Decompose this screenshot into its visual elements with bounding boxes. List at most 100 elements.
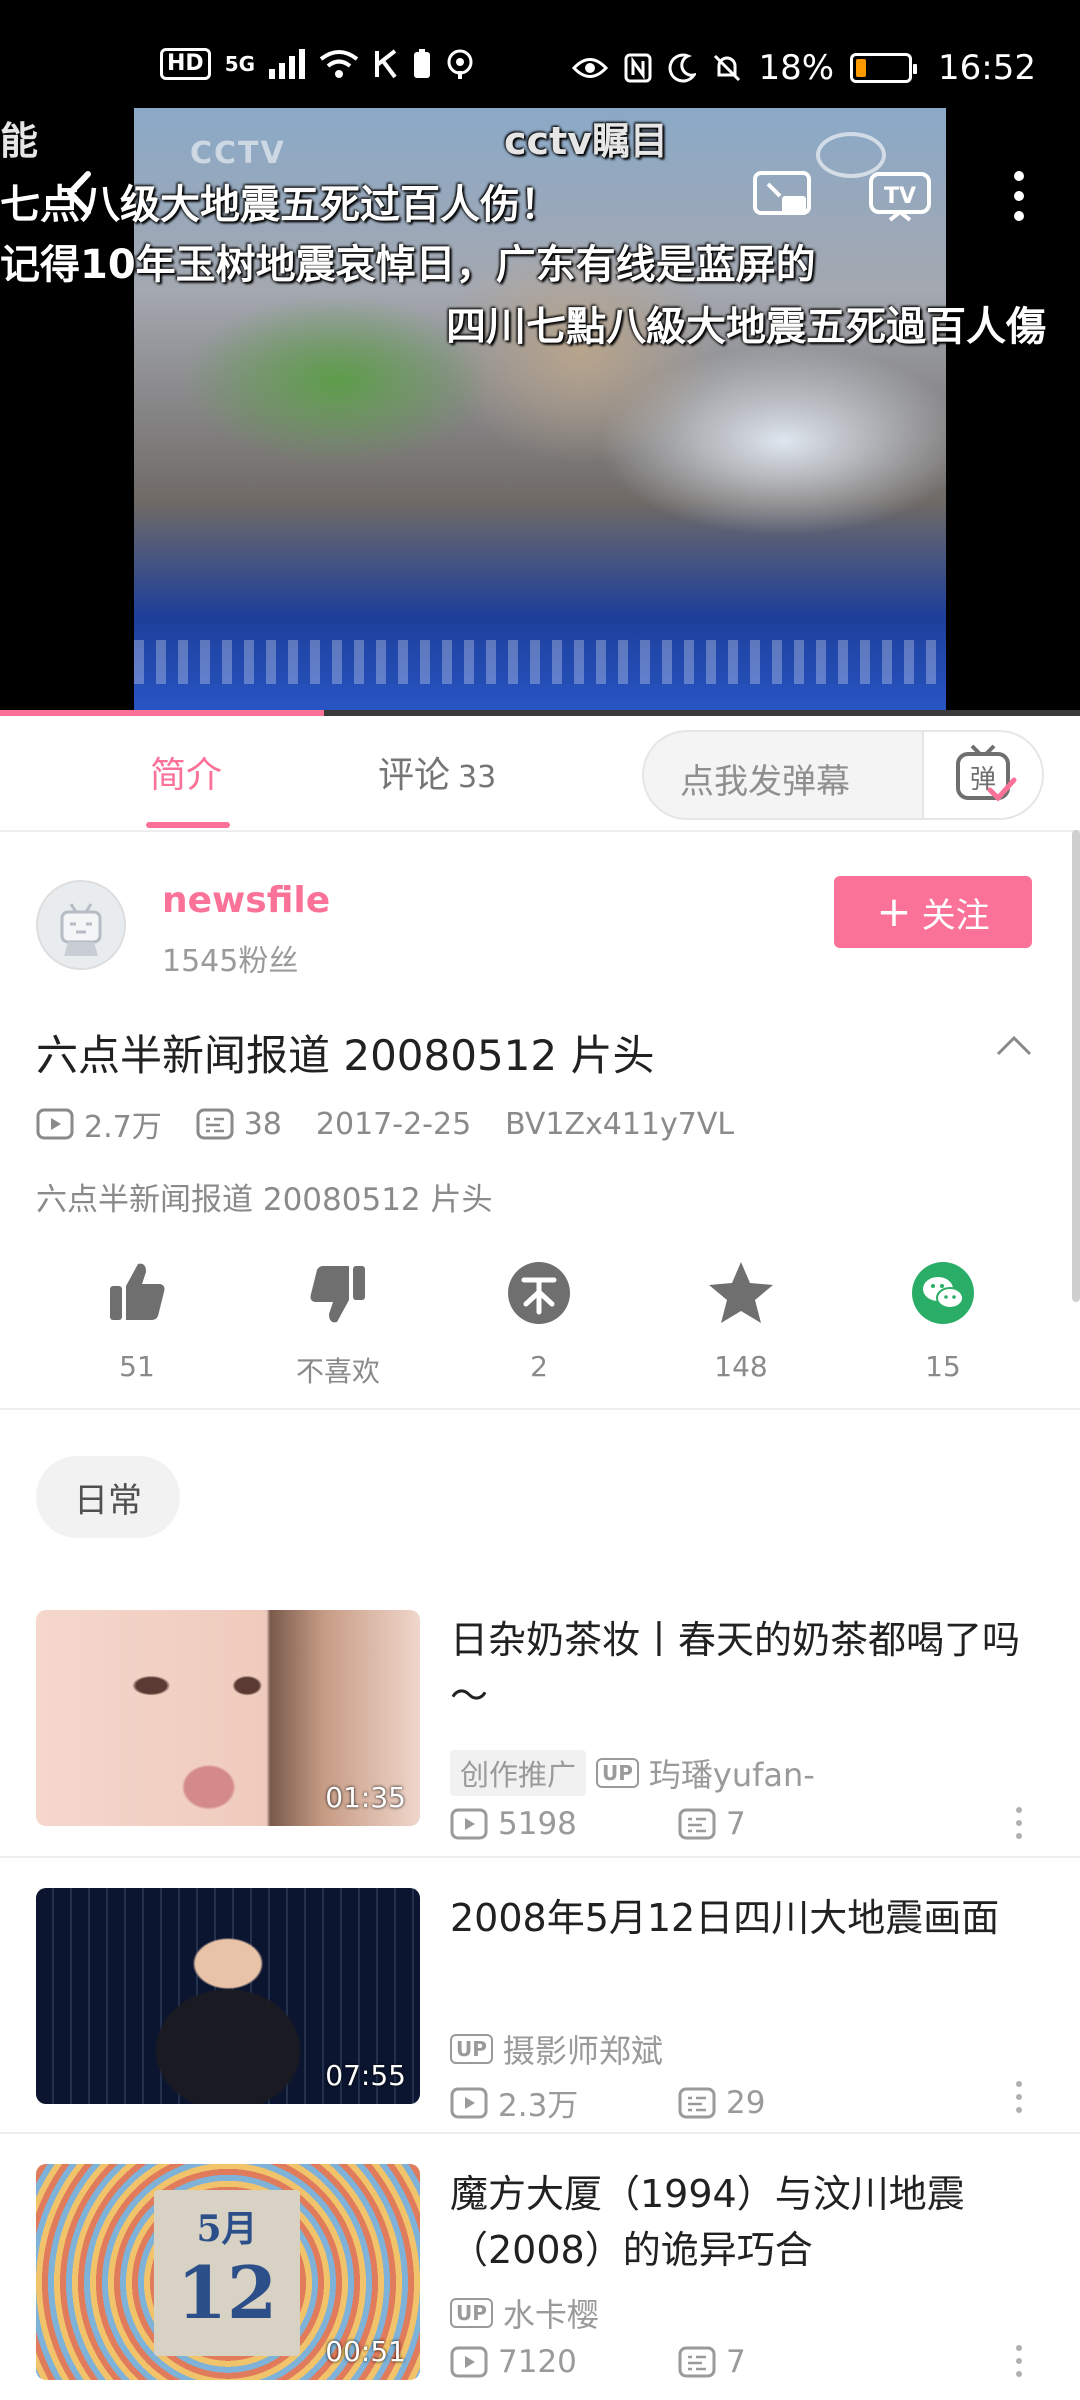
network-badge: 5G (224, 52, 256, 76)
dislike-button[interactable]: 不喜欢 (258, 1258, 418, 1390)
video-duration: 07:55 (325, 2059, 406, 2092)
danmaku-count-icon (678, 2346, 716, 2378)
channel-logo: CCTV (190, 136, 286, 171)
comment-count: 33 (458, 760, 497, 795)
follower-count: 1545粉丝 (162, 944, 299, 979)
related-views: 5198 (498, 1806, 577, 1842)
hotspot-icon (447, 49, 473, 79)
calendar-card: 5月 12 (154, 2190, 300, 2356)
video-progress-fill (0, 710, 324, 716)
uploader-name[interactable]: newsfile (162, 880, 330, 921)
play-count-icon (450, 1808, 488, 1840)
up-badge: UP (450, 2034, 493, 2064)
promo-badge: 创作推广 (450, 1750, 587, 1796)
related-comments: 7 (726, 2344, 746, 2380)
play-count-icon (450, 2346, 488, 2378)
video-duration: 00:51 (325, 2335, 406, 2368)
tab-comments-label: 评论 (378, 755, 451, 796)
thumbs-down-icon (310, 1266, 365, 1323)
thumbs-up-icon (110, 1263, 165, 1320)
k-app-icon (375, 49, 397, 79)
share-button[interactable]: 15 (863, 1258, 1023, 1383)
related-video-title[interactable]: 2008年5月12日四川大地震画面 (450, 1890, 1050, 1946)
related-video-item[interactable]: 01:35 日杂奶茶妆丨春天的奶茶都喝了吗～ 创作推广 UP 玙璠yufan- … (0, 1610, 1080, 1886)
active-tab-indicator (146, 822, 230, 828)
related-video-title[interactable]: 日杂奶茶妆丨春天的奶茶都喝了吗～ (450, 1612, 1050, 1724)
more-options-icon[interactable] (1014, 1806, 1024, 1840)
tv-cast-icon[interactable]: TV (868, 170, 932, 224)
tag-chip[interactable]: 日常 (36, 1456, 180, 1538)
list-divider (0, 2132, 1080, 2134)
related-comments: 29 (726, 2084, 766, 2121)
bv-id: BV1Zx411y7VL (505, 1106, 735, 1142)
chevron-up-icon[interactable] (994, 1030, 1034, 1060)
cast-screen-icon[interactable] (752, 170, 812, 224)
calendar-day: 12 (176, 2250, 278, 2335)
plus-icon: + (876, 887, 912, 936)
danmaku-count-icon (678, 2087, 716, 2118)
battery-level (856, 59, 867, 77)
moon-icon (669, 53, 697, 83)
avatar[interactable] (36, 880, 126, 970)
danmaku-count-icon (678, 1808, 716, 1840)
wifi-icon (319, 50, 359, 78)
video-bottom-band (134, 640, 946, 684)
related-video-title[interactable]: 魔方大厦（1994）与汶川地震（2008）的诡异巧合 (450, 2166, 1050, 2278)
danmaku-comment: cctv瞩目 (504, 119, 668, 163)
battery-icon (850, 53, 918, 83)
up-badge: UP (450, 2298, 493, 2328)
more-options-icon[interactable] (1014, 2344, 1024, 2378)
tv-label: TV (884, 184, 916, 209)
clock: 16:52 (938, 48, 1036, 88)
more-options-icon[interactable] (1004, 166, 1034, 226)
scrollbar[interactable] (1072, 830, 1080, 1302)
video-duration: 01:35 (325, 1781, 406, 1814)
related-comments: 7 (726, 1806, 746, 1842)
related-video-item[interactable]: 5月 12 00:51 魔方大厦（1994）与汶川地震（2008）的诡异巧合 U… (0, 2164, 1080, 2400)
like-button[interactable]: 51 (57, 1258, 217, 1383)
play-count-icon (450, 2087, 488, 2118)
related-uploader: 摄影师郑斌 (502, 2032, 663, 2070)
tab-intro[interactable]: 简介 (150, 746, 222, 798)
danmaku-count: 38 (243, 1106, 282, 1142)
more-options-icon[interactable] (1014, 2080, 1024, 2114)
section-divider (0, 1408, 1080, 1410)
video-player[interactable]: CCTV 能 cctv瞩目 七点八级大地震五死过百人伤！ 记得10年玉树地震哀悼… (0, 0, 1080, 714)
battery-alert-icon (414, 49, 431, 78)
video-progress-bar[interactable] (0, 710, 1080, 716)
danmaku-input[interactable]: 点我发弹幕 弹 (642, 730, 1044, 820)
favorite-count: 148 (714, 1350, 768, 1383)
video-thumbnail[interactable]: 5月 12 00:51 (36, 2164, 420, 2380)
share-count: 15 (925, 1350, 961, 1383)
favorite-button[interactable]: 148 (661, 1258, 821, 1383)
default-avatar-icon (60, 903, 102, 956)
battery-percent: 18% (758, 48, 835, 88)
star-icon (709, 1262, 773, 1323)
back-icon[interactable] (58, 168, 108, 218)
publish-date: 2017-2-25 (315, 1106, 472, 1142)
coin-icon (508, 1262, 570, 1324)
coin-button[interactable]: 2 (459, 1258, 619, 1383)
dislike-label: 不喜欢 (295, 1355, 380, 1388)
tab-comments[interactable]: 评论 33 (378, 746, 496, 798)
danmaku-placeholder: 点我发弹幕 (680, 762, 850, 802)
detail-tabs: 简介 评论 33 点我发弹幕 弹 (0, 716, 1080, 832)
video-meta: 2.7万 38 2017-2-25 BV1Zx411y7VL (36, 1104, 768, 1145)
video-thumbnail[interactable]: 07:55 (36, 1888, 420, 2104)
video-thumbnail[interactable]: 01:35 (36, 1610, 420, 1826)
related-video-item[interactable]: 07:55 2008年5月12日四川大地震画面 UP 摄影师郑斌 2.3万 29 (0, 1888, 1080, 2164)
danmaku-toggle-button[interactable]: 弹 (922, 732, 1042, 818)
eye-icon (572, 58, 609, 78)
danmaku-comment: 记得10年玉树地震哀悼日，广东有线是蓝屏的 (0, 242, 816, 288)
follow-button[interactable]: + 关注 (834, 876, 1032, 948)
related-uploader: 水卡樱 (502, 2296, 599, 2334)
status-bar: HD 5G 18% 16:52 (0, 0, 1080, 105)
video-description: 六点半新闻报道 20080512 片头 (36, 1182, 493, 1218)
calendar-month: 5月 (196, 2208, 258, 2250)
like-count: 51 (119, 1350, 155, 1383)
related-views: 2.3万 (498, 2088, 579, 2124)
list-divider (0, 1856, 1080, 1858)
danmaku-comment: 四川七點八級大地震五死過百人傷 (446, 304, 1046, 350)
hd-badge: HD (160, 48, 211, 80)
mute-bell-icon (714, 54, 741, 82)
